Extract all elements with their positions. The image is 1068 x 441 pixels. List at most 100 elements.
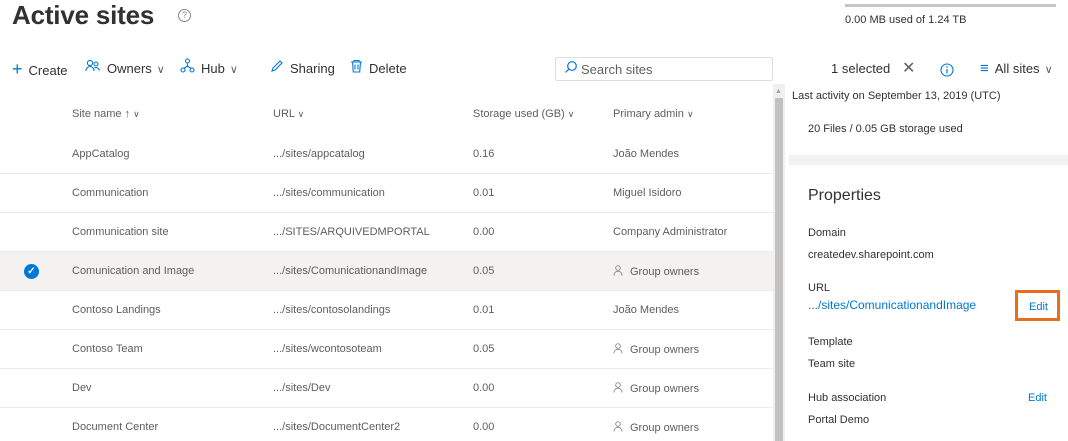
hub-edit-button[interactable]: Edit: [1028, 392, 1047, 404]
filter-lines-icon: ≡: [980, 60, 989, 77]
site-name-cell[interactable]: Contoso Team: [72, 343, 143, 355]
hub-icon: [180, 54, 195, 84]
url-cell: .../sites/appcatalog: [273, 148, 365, 160]
sites-list: Site name ↑ ∨ URL ∨ Storage used (GB) ∨ …: [0, 84, 773, 441]
chevron-down-icon: ∨: [229, 64, 238, 76]
storage-cell: 0.05: [473, 343, 495, 355]
table-row[interactable]: Communication .../sites/communication 0.01…: [0, 174, 773, 213]
admin-cell: João Mendes: [613, 304, 680, 316]
site-url-link[interactable]: .../sites/ComunicationandImage: [808, 298, 976, 312]
table-row[interactable]: Contoso Landings .../sites/contosolanding…: [0, 291, 773, 330]
column-url[interactable]: URL ∨: [273, 108, 304, 120]
edit-highlight-box: [1015, 290, 1060, 321]
hub-button[interactable]: Hub ∨: [180, 54, 238, 84]
column-primary-admin[interactable]: Primary admin ∨: [613, 108, 694, 120]
chevron-down-icon: ∨: [297, 109, 305, 119]
storage-cell: 0.01: [473, 304, 495, 316]
view-selector[interactable]: ≡ All sites ∨: [980, 54, 1053, 84]
list-scrollbar[interactable]: ▲: [773, 84, 785, 441]
column-site-name[interactable]: Site name ↑ ∨: [72, 108, 140, 120]
url-cell: .../sites/wcontosoteam: [273, 343, 382, 355]
search-icon: [564, 60, 578, 77]
chevron-down-icon: ∨: [133, 109, 140, 119]
clear-selection-icon[interactable]: ✕: [902, 54, 915, 84]
site-name-cell[interactable]: Communication: [72, 187, 148, 199]
chevron-down-icon: ∨: [1044, 64, 1053, 76]
table-row[interactable]: Document Center .../sites/DocumentCenter2…: [0, 408, 773, 441]
storage-usage-bar: [845, 4, 1056, 7]
view-label: All sites: [994, 61, 1040, 76]
domain-label: Domain: [808, 227, 846, 239]
site-name-cell[interactable]: Communication site: [72, 226, 169, 238]
url-cell: .../sites/contosolandings: [273, 304, 391, 316]
table-row[interactable]: Communication site .../SITES/ARQUIVEDMPOR…: [0, 213, 773, 252]
search-input[interactable]: [581, 60, 761, 78]
admin-cell: João Mendes: [613, 148, 680, 160]
admin-cell: Miguel Isidoro: [613, 187, 682, 199]
url-cell: .../sites/Dev: [273, 382, 331, 394]
hub-label: Hub: [201, 61, 225, 76]
admin-cell: Group owners: [613, 421, 699, 435]
admin-cell: Group owners: [613, 265, 699, 279]
selected-count: 1 selected: [831, 61, 891, 76]
chevron-down-icon: ∨: [686, 109, 694, 119]
site-name-cell[interactable]: Comunication and Image: [72, 265, 194, 277]
delete-label: Delete: [369, 61, 407, 76]
scroll-up-arrow-icon[interactable]: ▲: [775, 88, 782, 95]
url-cell: .../sites/communication: [273, 187, 385, 199]
trash-icon: [350, 54, 363, 84]
sharing-button[interactable]: Sharing: [270, 54, 335, 84]
scroll-thumb[interactable]: [775, 98, 783, 441]
create-button[interactable]: + Create: [12, 54, 68, 84]
people-icon: [85, 54, 101, 84]
table-row[interactable]: AppCatalog .../sites/appcatalog 0.16 João M…: [0, 135, 773, 174]
properties-heading: Properties: [808, 187, 881, 204]
admin-label: Group owners: [630, 266, 700, 278]
storage-cell: 0.05: [473, 265, 495, 277]
chevron-down-icon: ∨: [156, 64, 165, 76]
delete-button[interactable]: Delete: [350, 54, 407, 84]
url-cell: .../SITES/ARQUIVEDMPORTAL: [273, 226, 430, 238]
page-title: Active sites: [12, 0, 155, 30]
template-label: Template: [808, 336, 853, 348]
pencil-icon: [270, 54, 284, 84]
command-bar: + Create Owners ∨ Hub ∨ Sharing Delete 1 se…: [0, 54, 1068, 84]
admin-cell: Company Administrator: [613, 226, 728, 238]
owners-button[interactable]: Owners ∨: [85, 54, 165, 84]
storage-cell: 0.16: [473, 148, 495, 160]
last-activity-text: Last activity on September 13, 2019 (UTC…: [792, 90, 1001, 102]
domain-value: createdev.sharepoint.com: [808, 249, 934, 261]
table-row[interactable]: Contoso Team .../sites/wcontosoteam 0.05 Gr…: [0, 330, 773, 369]
search-box[interactable]: [555, 57, 773, 81]
url-cell: .../sites/ComunicationandImage: [273, 265, 428, 277]
table-row[interactable]: ✓ Comunication and Image .../sites/Comunic…: [0, 252, 773, 291]
url-cell: .../sites/DocumentCenter2: [273, 421, 401, 433]
person-icon: [613, 343, 623, 357]
info-icon[interactable]: [940, 54, 954, 84]
section-divider: [789, 155, 1068, 165]
admin-cell: Group owners: [613, 343, 699, 357]
hub-association-label: Hub association: [808, 392, 887, 404]
admin-label: Group owners: [630, 383, 700, 395]
admin-label: Group owners: [630, 344, 700, 356]
create-label: Create: [28, 63, 68, 78]
storage-cell: 0.00: [473, 226, 495, 238]
files-summary-text: 20 Files / 0.05 GB storage used: [808, 123, 963, 135]
checkmark-icon[interactable]: ✓: [24, 264, 39, 279]
column-storage[interactable]: Storage used (GB) ∨: [473, 108, 574, 120]
storage-cell: 0.00: [473, 421, 495, 433]
template-value: Team site: [808, 358, 856, 370]
site-name-cell[interactable]: Document Center: [72, 421, 158, 433]
person-icon: [613, 382, 623, 396]
info-circle-icon[interactable]: ?: [178, 9, 191, 22]
person-icon: [613, 421, 623, 435]
table-header: Site name ↑ ∨ URL ∨ Storage used (GB) ∨ …: [0, 100, 773, 130]
table-row[interactable]: Dev .../sites/Dev 0.00 Group owners: [0, 369, 773, 408]
plus-icon: +: [12, 59, 23, 79]
person-icon: [613, 265, 623, 279]
site-name-cell[interactable]: AppCatalog: [72, 148, 130, 160]
storage-cell: 0.00: [473, 382, 495, 394]
url-label: URL: [808, 282, 831, 294]
site-name-cell[interactable]: Contoso Landings: [72, 304, 161, 316]
site-name-cell[interactable]: Dev: [72, 382, 92, 394]
